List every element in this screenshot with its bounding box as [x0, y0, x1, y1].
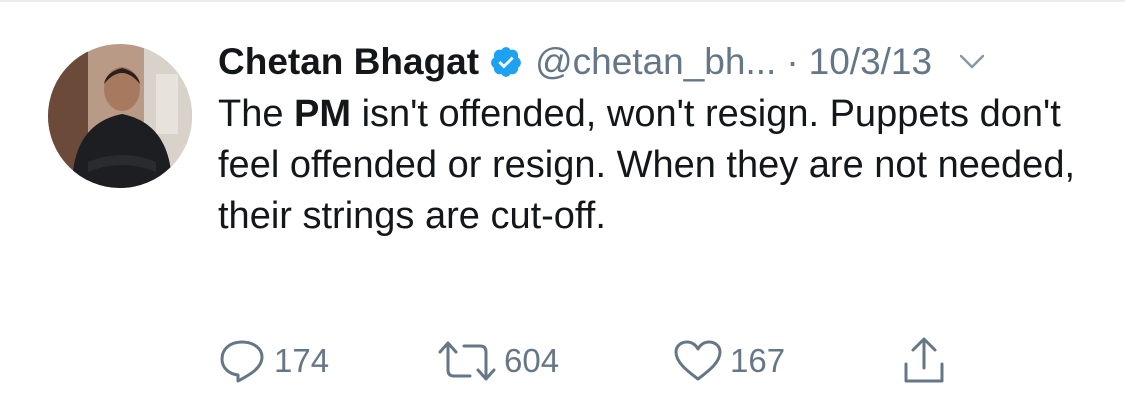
top-divider	[0, 0, 1125, 2]
share-button[interactable]	[901, 336, 947, 386]
like-button[interactable]: 167	[672, 336, 785, 386]
tweet-header: Chetan Bhagat @chetan_bh... · 10/3/13	[218, 36, 1098, 88]
author-handle[interactable]: @chetan_bh...	[535, 41, 776, 83]
retweet-count: 604	[504, 342, 560, 379]
tweet-body: Chetan Bhagat @chetan_bh... · 10/3/13 Th…	[218, 36, 1098, 242]
avatar[interactable]	[48, 44, 192, 188]
reply-icon	[220, 340, 264, 383]
tweet-date[interactable]: 10/3/13	[809, 41, 932, 83]
tweet-actions: 174 604 167	[218, 336, 978, 386]
author-name[interactable]: Chetan Bhagat	[218, 41, 479, 83]
retweet-icon	[438, 341, 496, 381]
like-count: 167	[730, 342, 786, 379]
avatar-photo	[48, 44, 192, 188]
verified-badge-icon	[489, 45, 523, 79]
reply-button[interactable]: 174	[218, 336, 329, 386]
retweet-button[interactable]: 604	[436, 336, 559, 386]
tweet-text: The PM isn't offended, won't resign. Pup…	[218, 89, 1098, 242]
tweet-text-bold: PM	[294, 93, 352, 135]
separator-dot: ·	[786, 41, 799, 82]
share-icon	[904, 337, 944, 383]
reply-count: 174	[274, 342, 330, 379]
chevron-down-icon[interactable]	[958, 52, 986, 72]
heart-icon	[674, 340, 722, 381]
tweet-text-part1: The	[218, 93, 295, 135]
